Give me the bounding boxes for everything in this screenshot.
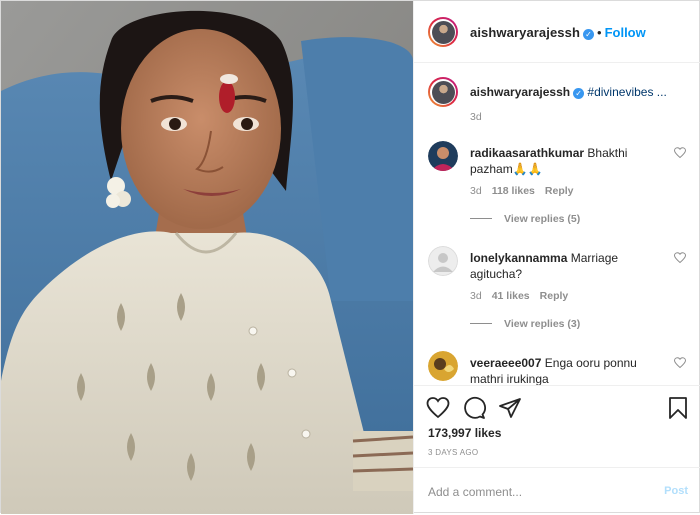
view-replies-label: View replies (5) — [504, 213, 581, 225]
heart-icon[interactable] — [426, 396, 450, 420]
post-actions: 173,997 likes 3 DAYS AGO — [414, 385, 700, 467]
commenter-avatar[interactable] — [428, 246, 458, 276]
post-time-ago: 3 DAYS AGO — [428, 448, 479, 457]
comment-username[interactable]: lonelykannamma — [470, 251, 567, 265]
comments-scroll-area[interactable]: aishwaryarajessh ✓ #divinevibes ... 3d ra… — [414, 63, 700, 385]
post-comment-button[interactable]: Post — [664, 485, 688, 497]
replies-divider — [470, 323, 492, 324]
selfie-photo-illustration — [1, 1, 413, 514]
verified-badge-icon: ✓ — [573, 88, 585, 99]
follow-button[interactable]: Follow — [605, 25, 646, 40]
caption-text-line: aishwaryarajessh ✓ #divinevibes ... — [470, 84, 667, 100]
comment-text: radikaasarathkumar Bhakthi pazham🙏🙏 — [470, 145, 666, 177]
comment-likes[interactable]: 41 likes — [492, 290, 530, 302]
comment-age: 3d — [470, 185, 482, 197]
comment-item: lonelykannamma Marriage agitucha? 3d 41 l… — [428, 246, 686, 336]
instagram-post: aishwaryarajessh ✓ • Follow aishwaryarajess… — [0, 0, 700, 514]
caption-meta: 3d — [470, 111, 492, 123]
likes-count[interactable]: 173,997 likes — [428, 426, 501, 440]
caption-item: aishwaryarajessh ✓ #divinevibes ... 3d — [428, 77, 686, 127]
heart-icon[interactable] — [674, 147, 686, 159]
post-photo[interactable] — [1, 1, 413, 514]
post-header: aishwaryarajessh ✓ • Follow — [414, 1, 700, 63]
verified-badge-icon: ✓ — [583, 29, 595, 40]
comment-age: 3d — [470, 290, 482, 302]
view-replies-button[interactable]: View replies (5) — [470, 213, 580, 225]
comment-item: radikaasarathkumar Bhakthi pazham🙏🙏 3d 11… — [428, 141, 686, 231]
caption-username[interactable]: aishwaryarajessh — [470, 85, 570, 99]
author-avatar[interactable] — [428, 17, 458, 47]
reply-button[interactable]: Reply — [540, 290, 569, 302]
comment-text: veeraeee007 Enga ooru ponnu mathri iruki… — [470, 355, 666, 385]
comment-meta: 3d 41 likes Reply — [470, 290, 578, 302]
view-replies-label: View replies (3) — [504, 318, 581, 330]
separator-dot: • — [597, 25, 602, 40]
comment-likes[interactable]: 118 likes — [492, 185, 535, 197]
heart-icon[interactable] — [674, 357, 686, 369]
commenter-avatar[interactable] — [428, 141, 458, 171]
replies-divider — [470, 218, 492, 219]
view-replies-button[interactable]: View replies (3) — [470, 318, 580, 330]
reply-button[interactable]: Reply — [545, 185, 574, 197]
post-side-panel: aishwaryarajessh ✓ • Follow aishwaryarajess… — [413, 1, 700, 514]
comment-text: lonelykannamma Marriage agitucha? — [470, 250, 666, 282]
comment-input[interactable] — [428, 482, 648, 502]
caption-hashtag[interactable]: #divinevibes ... — [587, 85, 666, 99]
heart-icon[interactable] — [674, 252, 686, 264]
comment-username[interactable]: veeraeee007 — [470, 356, 541, 370]
comment-bubble-icon[interactable] — [462, 396, 486, 420]
comment-item: veeraeee007 Enga ooru ponnu mathri iruki… — [428, 351, 686, 385]
comment-meta: 3d 118 likes Reply — [470, 185, 584, 197]
caption-age: 3d — [470, 111, 482, 123]
comment-username[interactable]: radikaasarathkumar — [470, 146, 584, 160]
author-username[interactable]: aishwaryarajessh — [470, 25, 580, 40]
commenter-avatar[interactable] — [428, 351, 458, 381]
caption-author-avatar[interactable] — [428, 77, 458, 107]
header-author-line: aishwaryarajessh ✓ • Follow — [470, 24, 646, 42]
bookmark-icon[interactable] — [666, 396, 690, 420]
add-comment-bar: Post — [414, 467, 700, 514]
paper-plane-icon[interactable] — [498, 396, 522, 420]
